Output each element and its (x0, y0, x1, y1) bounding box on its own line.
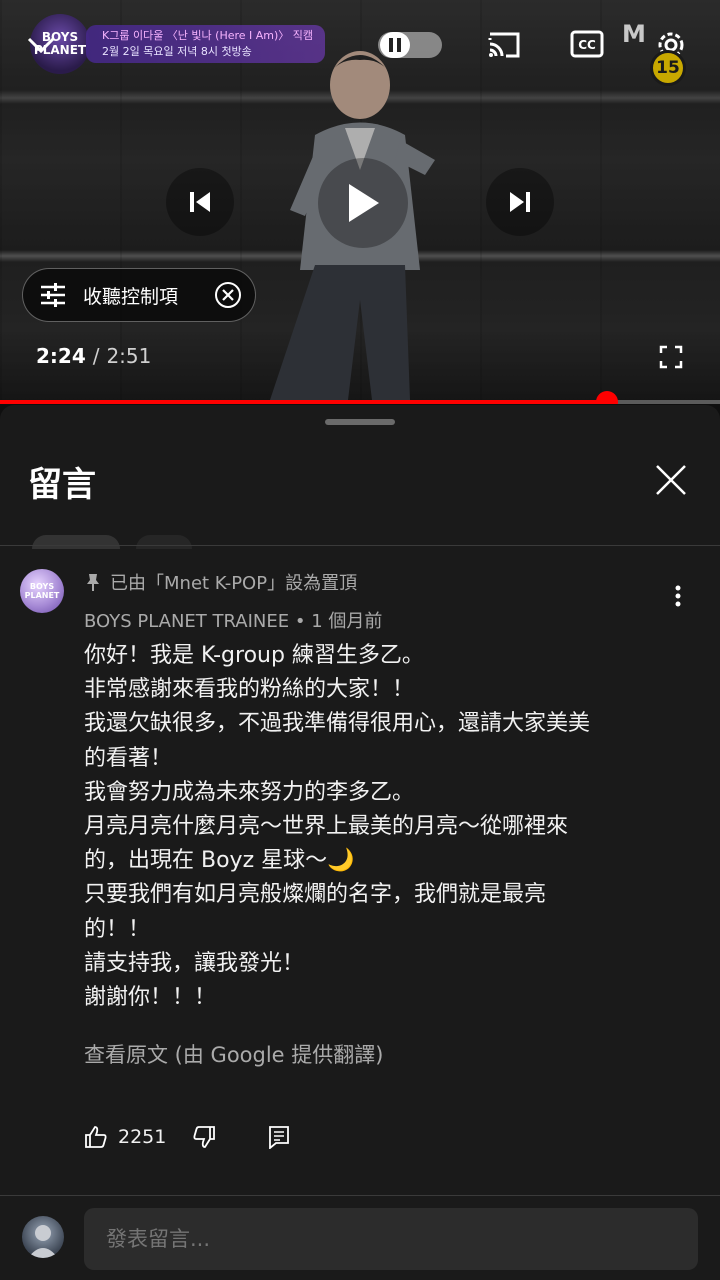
fullscreen-icon[interactable] (656, 342, 686, 372)
comment-line: 請支持我，讓我發光！ (84, 950, 305, 976)
comment-line: 謝謝你！！！ (84, 985, 217, 1011)
more-options-icon[interactable] (664, 579, 692, 613)
meta-separator: • (294, 611, 306, 632)
sort-chip[interactable] (32, 535, 120, 549)
panel-title: 留言 (28, 465, 96, 505)
channel-watermark: M (622, 20, 646, 48)
comment-line: 我還欠缺很多，不過我準備得很用心，還請大家美美 (84, 711, 591, 737)
comment-actions: 2251 (84, 1125, 290, 1149)
banner-line-1: K그룹 이다울 〈난 빛나 (Here I Am)〉 직캠 (102, 29, 314, 42)
comment-body: 你好！我是 K-group 練習生多乙。 非常感謝來看我的粉絲的大家！！ 我還欠… (84, 639, 674, 1015)
play-button[interactable] (318, 158, 408, 248)
banner-line-2: 2월 2일 목요일 저녁 8시 첫방송 (102, 45, 252, 58)
comment-line: 只要我們有如月亮般燦爛的名字，我們就是最亮 (84, 882, 547, 908)
next-icon (510, 192, 530, 212)
drag-handle[interactable] (325, 419, 395, 425)
close-circle-icon[interactable] (215, 282, 241, 308)
comment-input[interactable] (84, 1208, 698, 1270)
comment-composer (0, 1195, 720, 1280)
current-time: 2:24 (36, 344, 86, 368)
user-avatar[interactable] (22, 1216, 64, 1258)
listen-controls-label: 收聽控制項 (83, 285, 179, 308)
author-row: BOYS PLANET TRAINEE • 1 個月前 (84, 607, 382, 633)
listen-controls-chip[interactable]: 收聽控制項 (22, 268, 256, 322)
dislike-icon[interactable] (192, 1125, 216, 1149)
avatar[interactable]: BOYS PLANET (20, 569, 64, 613)
pin-icon (87, 574, 99, 591)
see-original-link[interactable]: 查看原文 (由 Google 提供翻譯) (84, 1039, 383, 1069)
comment-line: 的看著！ (84, 745, 173, 771)
next-button[interactable] (486, 168, 554, 236)
comment-line: 你好！我是 K-group 練習生多乙。 (84, 643, 424, 668)
comments-panel: 留言 BOYS PLANET 已由「Mnet K-POP」設為置頂 BOYS P… (0, 405, 720, 1280)
progress-bar[interactable] (0, 391, 720, 404)
age-rating-badge: 15 (650, 50, 686, 86)
close-icon[interactable] (652, 461, 690, 499)
comment-line: 月亮月亮什麼月亮～世界上最美的月亮～從哪裡來 (84, 814, 569, 840)
duration: 2:51 (106, 344, 152, 368)
like-count: 2251 (118, 1126, 167, 1148)
comment-line: 的！！ (84, 916, 151, 942)
banner-text: K그룹 이다울 〈난 빛나 (Here I Am)〉 직캠 2월 2일 목요일 … (86, 25, 326, 63)
play-icon (349, 184, 379, 222)
comment-time: 1 個月前 (311, 611, 383, 632)
cc-icon[interactable]: CC (570, 28, 604, 60)
comment-line: 非常感謝來看我的粉絲的大家！！ (84, 677, 415, 703)
progress-fill (0, 400, 607, 404)
comment-author[interactable]: BOYS PLANET TRAINEE (84, 611, 289, 632)
svg-text:CC: CC (578, 38, 596, 52)
like-icon[interactable] (84, 1125, 108, 1149)
pinned-label: 已由「Mnet K-POP」設為置頂 (110, 573, 358, 594)
time-separator: / (92, 344, 100, 368)
divider (0, 545, 720, 546)
pause-icon (380, 32, 410, 58)
video-player[interactable]: BOYS PLANET K그룹 이다울 〈난 빛나 (Here I Am)〉 직… (0, 0, 720, 404)
previous-icon (190, 192, 210, 212)
previous-button[interactable] (166, 168, 234, 236)
chevron-down-icon[interactable] (26, 30, 56, 60)
cast-icon[interactable] (486, 28, 522, 62)
comment-line: 的，出現在 Boyz 星球～🌙 (84, 848, 355, 874)
reply-icon[interactable] (268, 1125, 290, 1149)
sliders-icon (41, 283, 65, 307)
sort-chip-secondary[interactable] (136, 535, 192, 549)
show-banner: BOYS PLANET K그룹 이다울 〈난 빛나 (Here I Am)〉 직… (30, 14, 326, 74)
autoplay-toggle[interactable] (378, 32, 442, 58)
pinned-indicator: 已由「Mnet K-POP」設為置頂 (86, 569, 357, 595)
time-display: 2:24 / 2:51 (36, 344, 151, 368)
comment-line: 我會努力成為未來努力的李多乙。 (84, 779, 415, 805)
